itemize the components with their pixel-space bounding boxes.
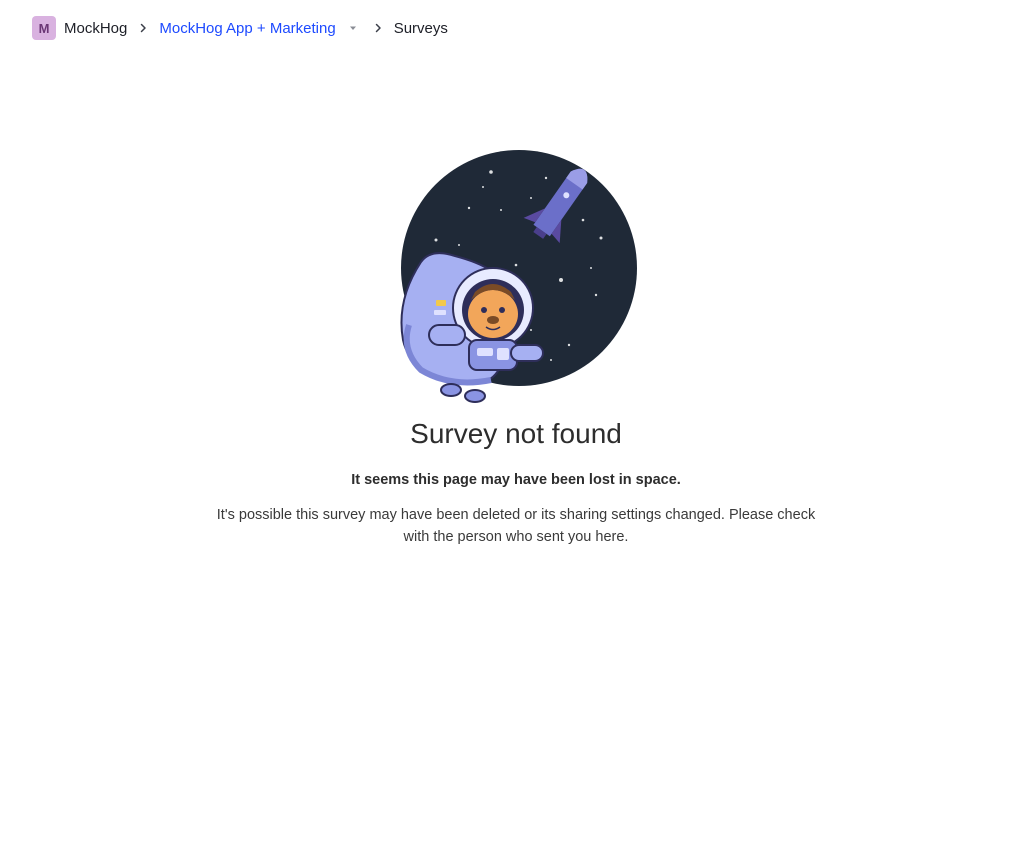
not-found-panel: Survey not found It seems this page may … <box>0 150 1032 548</box>
error-subtitle: It seems this page may have been lost in… <box>351 472 681 488</box>
chevron-right-icon <box>362 22 394 34</box>
astronaut-hedgehog-illustration <box>400 150 637 403</box>
page-title: Survey not found <box>410 418 622 449</box>
chevron-right-icon <box>127 22 159 34</box>
caret-down-icon[interactable] <box>344 19 362 37</box>
breadcrumb-current-page: Surveys <box>393 19 448 37</box>
org-avatar[interactable]: M <box>32 16 56 40</box>
breadcrumb-project[interactable]: MockHog App + Marketing <box>159 19 361 37</box>
error-description: It's possible this survey may have been … <box>216 507 816 545</box>
breadcrumb: M MockHog MockHog App + Marketing Survey… <box>32 16 448 40</box>
breadcrumb-org[interactable]: MockHog <box>64 20 127 37</box>
breadcrumb-project-label: MockHog App + Marketing <box>159 19 336 37</box>
